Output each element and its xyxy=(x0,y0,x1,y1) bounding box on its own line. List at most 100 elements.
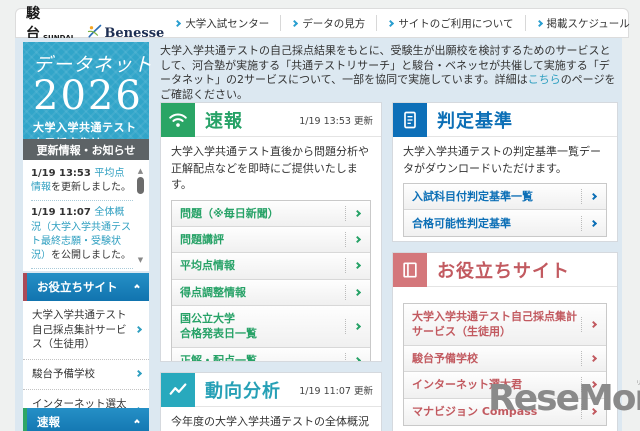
chevron-right-icon xyxy=(581,316,598,332)
card-header: 判定基準 xyxy=(393,103,617,137)
nav-exam-center[interactable]: 大学入試センター xyxy=(164,15,280,31)
chevron-up-icon xyxy=(134,284,140,290)
banner-year: 2026 xyxy=(33,73,143,119)
link-label: 合格可能性判定基準 xyxy=(412,216,511,230)
link-label: 平均点情報 xyxy=(180,259,235,273)
news-rest: を更新しました。 xyxy=(51,182,131,194)
news-date: 1/19 13:53 xyxy=(31,168,95,179)
sidebar-item-label: 駿台予備学校 xyxy=(32,368,95,381)
nav-label: 掲載スケジュール xyxy=(546,17,630,30)
chevron-right-icon xyxy=(134,370,143,378)
card-title: 動向分析 xyxy=(205,380,281,402)
news-list: 1/19 13:53 平均点情報を更新しました。 1/19 11:07 全体概況… xyxy=(23,160,149,271)
link-mondai[interactable]: 問題（※毎日新聞） xyxy=(172,200,370,227)
news-date: 1/19 11:07 xyxy=(31,207,95,219)
chevron-right-icon xyxy=(345,258,362,274)
sidebar-accordion-sokuhou[interactable]: 速報 xyxy=(23,408,149,431)
link-goukaku-kanousei-kijun[interactable]: 合格可能性判定基準 xyxy=(404,210,606,237)
card-updated: 1/19 13:53 更新 xyxy=(299,115,373,127)
scrollbar[interactable]: ▲ ▼ xyxy=(136,168,145,264)
link-sundai-school[interactable]: 駿台予備学校 xyxy=(404,345,606,373)
link-tokuten-chousei[interactable]: 得点調整情報 xyxy=(172,279,370,307)
card-updated: 1/19 11:07 更新 xyxy=(299,385,373,397)
sidebar-accordion-useful-sites[interactable]: お役立ちサイト xyxy=(23,273,149,301)
chevron-right-icon xyxy=(581,350,598,366)
link-nyuushi-kamoku-kijun[interactable]: 入試科目付判定基準一覧 xyxy=(404,184,606,211)
scroll-down-icon[interactable]: ▼ xyxy=(136,257,145,264)
link-label: 正解・配点一覧 xyxy=(180,354,257,362)
accordion-label: お役立ちサイト xyxy=(37,280,118,294)
content-panel: データネット 2026 大学入学共通テスト 自己採点集計 更新情報・お知らせ 1… xyxy=(15,38,622,431)
card-description: 大学入学共通テストの判定基準一覧データがダウンロードいただけます。 xyxy=(403,145,601,175)
intro-paragraph: 大学入学共通テストの自己採点結果をもとに、受験生が出願校を検討するためのサービス… xyxy=(160,44,618,102)
nav-schedule[interactable]: 掲載スケジュール xyxy=(524,15,640,31)
link-seikai-haiten[interactable]: 正解・配点一覧 xyxy=(172,347,370,362)
card-header: お役立ちサイト xyxy=(393,253,617,287)
chevron-right-icon xyxy=(581,189,598,205)
chevron-right-icon xyxy=(345,318,362,334)
resemom-ruby: リセマム xyxy=(636,378,640,387)
news-item: 1/18 22:16 平均点情報を公開しました。 xyxy=(31,268,133,271)
wifi-icon xyxy=(161,103,195,137)
link-label: 大学入学共通テスト自己採点集計サービス（生徒用） xyxy=(412,310,577,339)
sidebar-item-sundai-school[interactable]: 駿台予備学校 xyxy=(23,360,149,390)
link-label: 入試科目付判定基準一覧 xyxy=(412,190,533,203)
news-item: 1/19 13:53 平均点情報を更新しました。 xyxy=(31,167,133,195)
card-title: お役立ちサイト xyxy=(437,260,570,282)
link-heikinten[interactable]: 平均点情報 xyxy=(172,253,370,280)
link-label: 駿台予備学校 xyxy=(412,351,478,365)
sidebar-item-self-scoring-service[interactable]: 大学入学共通テスト自己採点集計サービス（生徒用） xyxy=(23,301,149,361)
card-description: 今年度の大学入学共通テストの全体概況ほか、大 xyxy=(171,415,369,428)
chevron-right-icon xyxy=(345,205,362,221)
link-label: 得点調整情報 xyxy=(180,285,246,299)
site-header: 駿台 SUNDAI Benesse 大学入試センター データの見方 サイトのご利… xyxy=(15,6,630,42)
news-header: 更新情報・お知らせ xyxy=(23,139,149,160)
nav-label: サイトのご利用について xyxy=(398,17,514,30)
scroll-thumb[interactable] xyxy=(137,177,144,194)
chevron-right-icon xyxy=(387,19,395,27)
intro-detail-link[interactable]: こちら xyxy=(528,73,561,86)
nav-site-usage[interactable]: サイトのご利用について xyxy=(376,15,524,31)
chevron-right-icon xyxy=(535,19,543,27)
card-doukou-bunseki: 動向分析 1/19 11:07 更新 今年度の大学入学共通テストの全体概況ほか、… xyxy=(160,372,382,431)
link-label: 問題講評 xyxy=(180,232,224,246)
sundai-logo[interactable]: 駿台 SUNDAI xyxy=(26,3,73,43)
top-nav: 大学入試センター データの見方 サイトのご利用について 掲載スケジュール 属性確… xyxy=(164,9,640,37)
card-hantei-kijun: 判定基準 大学入学共通テストの判定基準一覧データがダウンロードいただけます。 入… xyxy=(392,102,618,242)
resemom-logo: ReseMom. xyxy=(488,378,640,419)
news-item: 1/19 11:07 全体概況（大学入学共通テスト最終志願・受験状況）を公開しま… xyxy=(31,200,133,263)
chevron-right-icon xyxy=(345,353,362,361)
chevron-right-icon xyxy=(345,284,362,300)
link-goukaku-happyoubi[interactable]: 国公立大学 合格発表日一覧 xyxy=(172,306,370,348)
nav-label: データの見方 xyxy=(302,17,366,30)
book-icon xyxy=(393,253,427,287)
card-title: 速報 xyxy=(205,110,243,132)
chevron-right-icon xyxy=(345,232,362,248)
card-title: 判定基準 xyxy=(437,110,513,132)
scroll-up-icon[interactable]: ▲ xyxy=(136,168,145,175)
sidebar-item-label: 大学入学共通テスト自己採点集計サービス（生徒用） xyxy=(32,309,127,351)
card-sokuhou: 速報 1/19 13:53 更新 大学入学共通テスト直後から問題分析や正解配点な… xyxy=(160,102,382,362)
nav-data-view[interactable]: データの見方 xyxy=(280,15,376,31)
chevron-up-icon xyxy=(134,419,140,425)
link-self-scoring-service[interactable]: 大学入学共通テスト自己採点集計サービス（生徒用） xyxy=(404,304,606,346)
card-link-list: 入試科目付判定基準一覧 合格可能性判定基準 xyxy=(403,183,607,238)
chevron-right-icon xyxy=(291,19,299,27)
chevron-right-icon xyxy=(134,325,143,334)
card-header: 動向分析 1/19 11:07 更新 xyxy=(161,373,381,407)
card-header: 速報 1/19 13:53 更新 xyxy=(161,103,381,137)
resemom-watermark: リセマム ReseMom. xyxy=(488,378,640,419)
link-mondai-kouhyou[interactable]: 問題講評 xyxy=(172,226,370,254)
link-label: 問題（※毎日新聞） xyxy=(180,206,279,220)
accordion-label: 速報 xyxy=(37,415,60,429)
page: 駿台 SUNDAI Benesse 大学入試センター データの見方 サイトのご利… xyxy=(0,0,640,431)
trend-chart-icon xyxy=(161,373,195,407)
document-icon xyxy=(393,103,427,137)
card-link-list: 問題（※毎日新聞） 問題講評 平均点情報 得点調整情報 国公立大学 合格発表日一… xyxy=(171,199,371,362)
datanet-banner[interactable]: データネット 2026 大学入学共通テスト 自己採点集計 xyxy=(23,42,152,150)
logo-group: 駿台 SUNDAI Benesse xyxy=(26,3,164,43)
banner-subtitle-line1: 大学入学共通テスト xyxy=(33,121,137,134)
news-rest: を公開しました。 xyxy=(51,249,131,261)
chevron-right-icon xyxy=(581,215,598,231)
card-description: 大学入学共通テスト直後から問題分析や正解配点などを即時にご提供いたします。 xyxy=(171,145,369,191)
